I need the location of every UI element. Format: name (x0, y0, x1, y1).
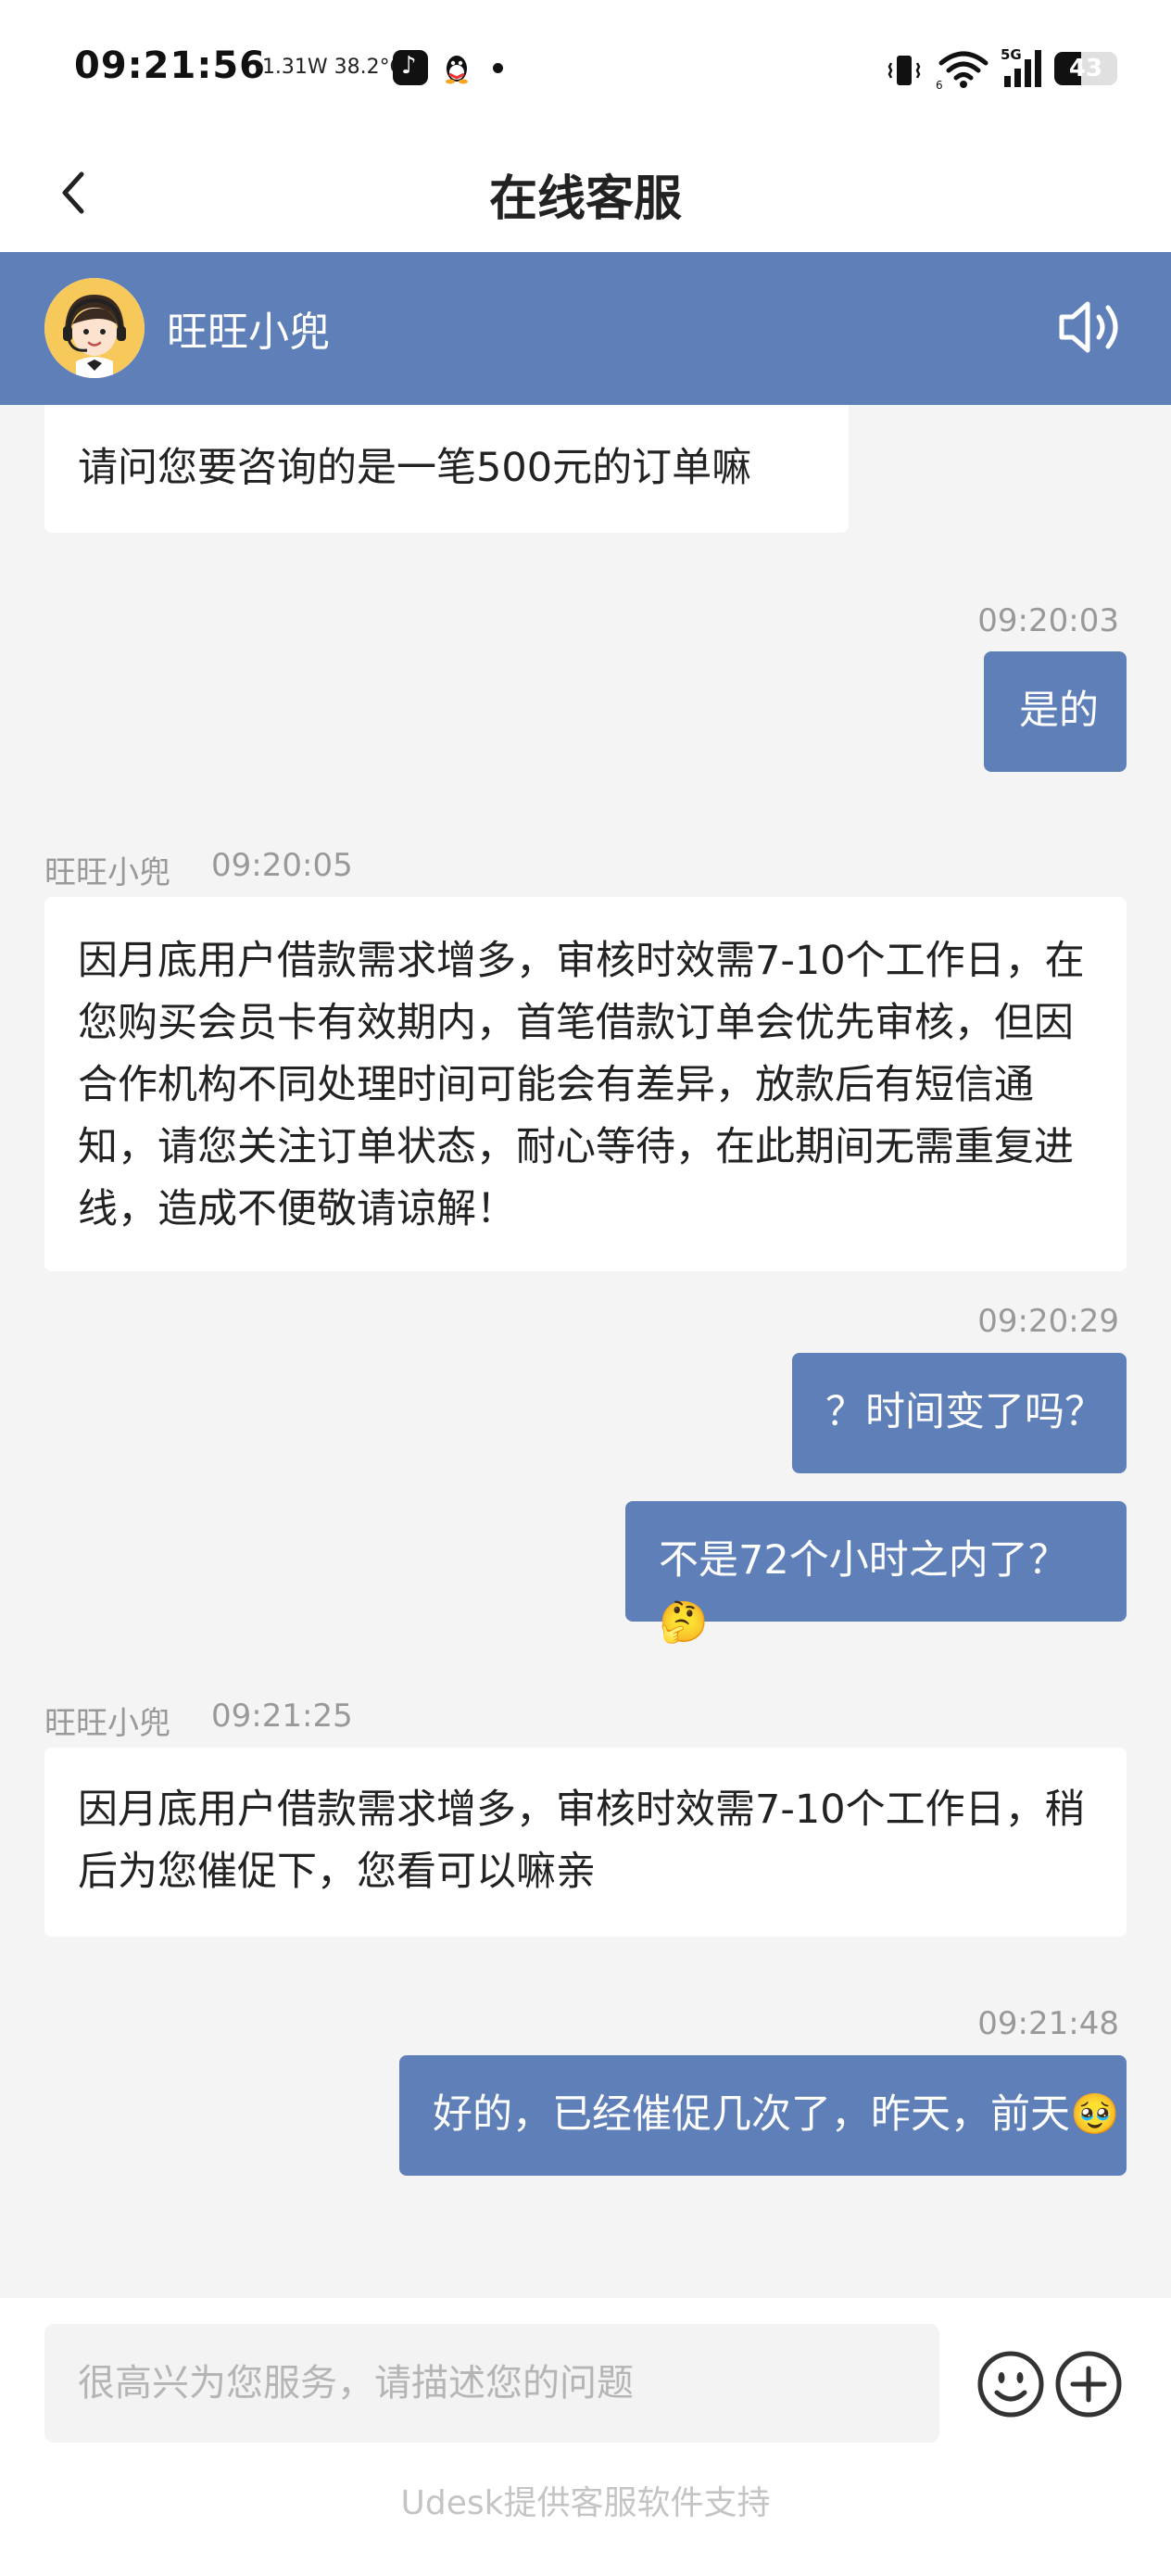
message-bubble-agent: 因月底用户借款需求增多，审核时效需7-10个工作日，稍后为您催促下，您看可以嘛亲 (44, 1748, 1127, 1937)
message-bubble-user: 不是72个小时之内了？ 🤔 (625, 1501, 1127, 1646)
network-type-label: 5G (1001, 46, 1022, 63)
battery-level-text: 43 (1068, 55, 1103, 82)
message-text: 请问您要咨询的是一笔500元的订单嘛 (78, 445, 752, 491)
message-timestamp: 09:20:29 (977, 1303, 1119, 1340)
message-sender-name: 旺旺小兜 (44, 854, 170, 891)
message-bubble-user: 好的，已经催促几次了，昨天，前天🥹 (399, 2055, 1127, 2176)
qq-notification-icon (439, 50, 474, 85)
agent-avatar (44, 278, 145, 378)
message-bubble-user: ？时间变了吗？ (792, 1353, 1127, 1473)
page-title: 在线客服 (488, 171, 682, 227)
message-timestamp: 09:21:25 (211, 1698, 353, 1735)
status-power-temp: -1.31W 38.2°C (255, 56, 405, 79)
message-timestamp: 09:20:05 (211, 847, 353, 884)
message-timestamp: 09:20:03 (977, 602, 1119, 639)
tiktok-notification-icon (393, 50, 428, 85)
message-sender-name: 旺旺小兜 (44, 1705, 170, 1742)
agent-name: 旺旺小兜 (167, 309, 330, 356)
speaker-icon[interactable] (1056, 295, 1127, 360)
message-text: 不是72个小时之内了？ 🤔 (659, 1537, 1068, 1646)
message-text: 因月底用户借款需求增多，审核时效需7-10个工作日，在您购买会员卡有效期内，首笔… (78, 938, 1085, 1232)
message-text: ？时间变了吗？ (825, 1389, 1104, 1435)
message-input[interactable] (44, 2324, 939, 2443)
agent-info-bar: 旺旺小兜 (0, 252, 1171, 405)
notification-dot-icon (493, 63, 503, 73)
message-text: 好的，已经催促几次了，昨天，前天🥹 (433, 2091, 1120, 2138)
vibrate-icon (888, 56, 921, 85)
message-text: 是的 (1019, 688, 1099, 734)
nav-header: 在线客服 (0, 139, 1171, 252)
message-timestamp: 09:21:48 (977, 2005, 1119, 2042)
message-input-box[interactable] (44, 2324, 939, 2443)
status-bar: 09:21:56 -1.31W 38.2°C 6 5G 43 (0, 0, 1171, 139)
message-bubble-user: 是的 (984, 651, 1127, 772)
message-bubble-agent: 因月底用户借款需求增多，审核时效需7-10个工作日，在您购买会员卡有效期内，首笔… (44, 897, 1127, 1271)
svg-text:6: 6 (936, 79, 943, 89)
input-area: Udesk提供客服软件支持 (0, 2298, 1171, 2576)
message-bubble-agent: 请问您要咨询的是一笔500元的订单嘛 (44, 405, 849, 533)
message-text: 因月底用户借款需求增多，审核时效需7-10个工作日，稍后为您催促下，您看可以嘛亲 (78, 1787, 1085, 1895)
battery-icon: 43 (1054, 52, 1117, 85)
powered-by-footer: Udesk提供客服软件支持 (400, 2484, 771, 2522)
wifi-icon: 6 (936, 51, 988, 89)
status-time: 09:21:56 (74, 44, 266, 87)
plus-icon[interactable] (1054, 2350, 1123, 2418)
signal-icon: 5G (1001, 46, 1041, 87)
emoji-icon[interactable] (976, 2350, 1045, 2418)
